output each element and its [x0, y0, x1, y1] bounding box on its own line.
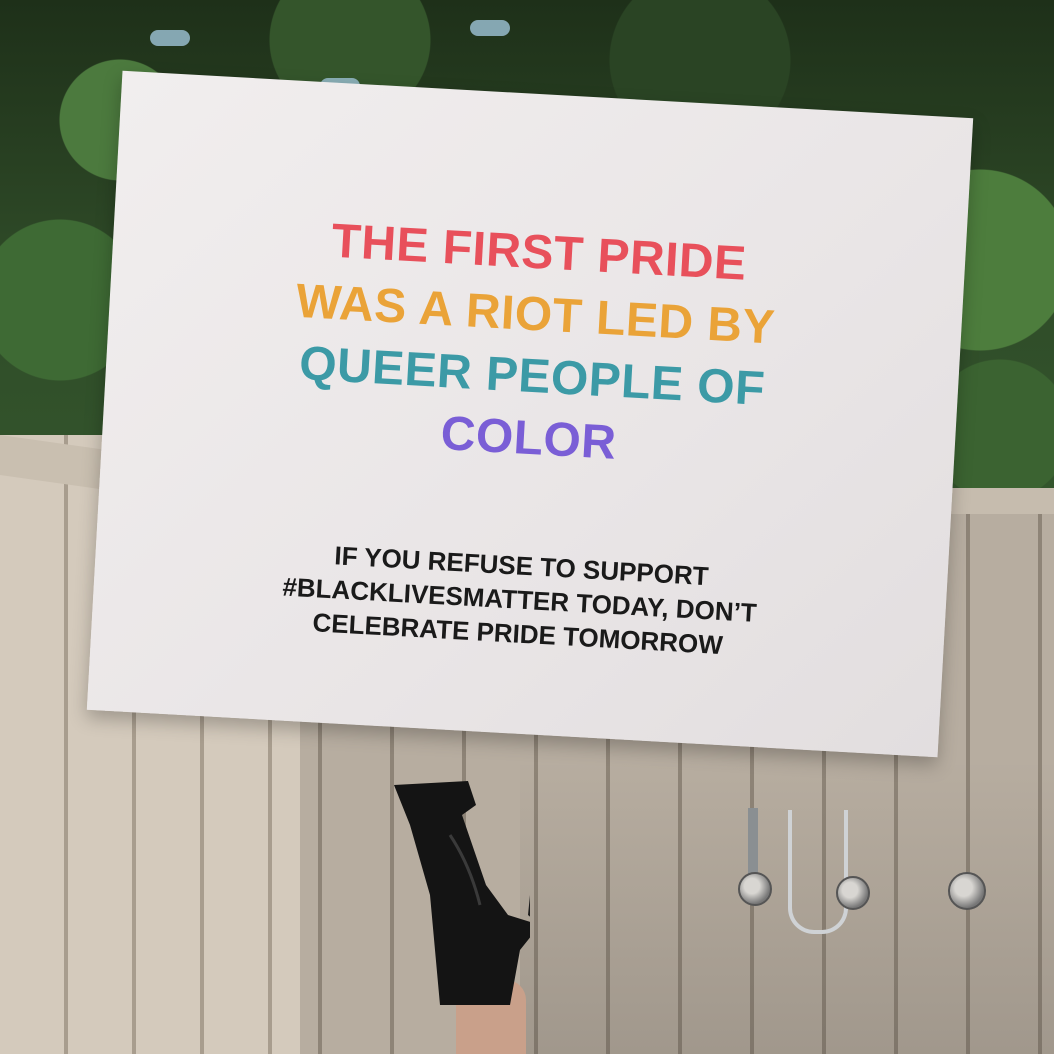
- sign-headline: THE FIRST PRIDE WAS A RIOT LED BY QUEER …: [102, 199, 967, 494]
- gate-bolt: [948, 872, 986, 910]
- gate-bolt: [738, 872, 772, 906]
- black-boot: [390, 775, 558, 1005]
- sign-subtext: IF YOU REFUSE TO SUPPORT #BLACKLIVESMATT…: [91, 525, 947, 674]
- gate-bolt: [836, 876, 870, 910]
- sky-patch: [150, 30, 190, 46]
- gate-latch-post: [748, 808, 758, 878]
- sky-patch: [470, 20, 510, 36]
- photo-scene: THE FIRST PRIDE WAS A RIOT LED BY QUEER …: [0, 0, 1054, 1054]
- protest-sign: THE FIRST PRIDE WAS A RIOT LED BY QUEER …: [86, 70, 974, 758]
- gate-cable-loop: [788, 810, 848, 934]
